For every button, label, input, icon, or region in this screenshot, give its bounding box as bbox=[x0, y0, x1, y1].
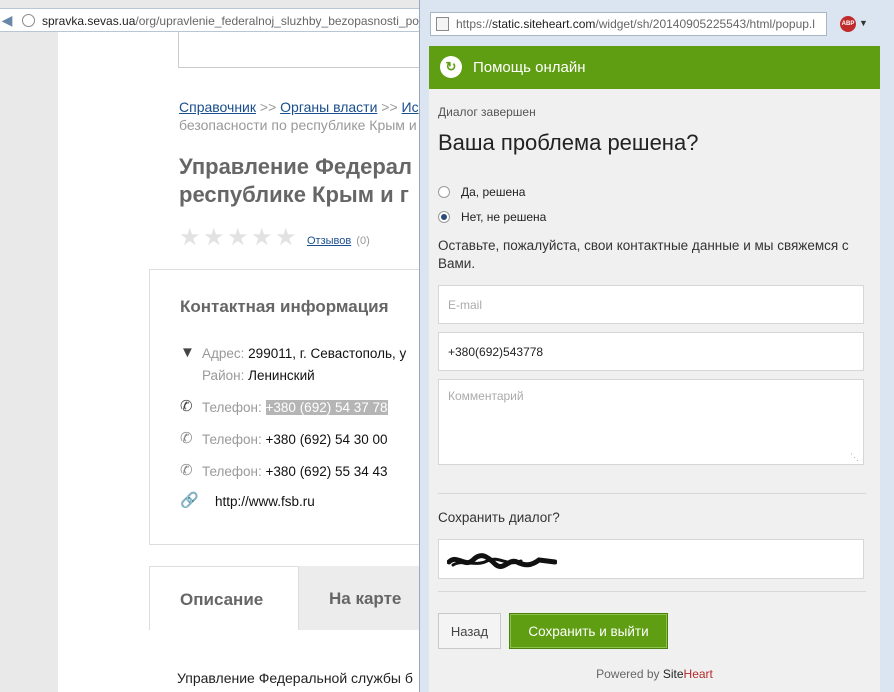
powered-by-prefix: Powered by bbox=[596, 667, 660, 681]
back-button[interactable]: Назад bbox=[438, 613, 501, 649]
tab-description[interactable]: Описание bbox=[149, 566, 299, 630]
resize-grip-icon[interactable]: ⋱ bbox=[850, 452, 859, 463]
phone-value-selected[interactable]: +380 (692) 54 37 78 bbox=[265, 400, 388, 415]
content-tabs: Описание На карте bbox=[149, 566, 420, 630]
website-link[interactable]: http://www.fsb.ru bbox=[215, 494, 315, 509]
widget-header: ↻ Помощь онлайн bbox=[429, 46, 880, 89]
radio-yes[interactable] bbox=[438, 186, 450, 198]
tab-map[interactable]: На карте bbox=[329, 589, 401, 609]
redaction-scribble bbox=[447, 553, 557, 569]
breadcrumb: Справочник >> Органы власти >> Ис безопа… bbox=[179, 98, 419, 134]
description-text: Управление Федеральной службы б bbox=[177, 670, 413, 686]
page-title-line2: республике Крым и г bbox=[179, 182, 409, 207]
page-title-line1: Управление Федерал bbox=[179, 154, 412, 179]
page-icon bbox=[436, 17, 449, 31]
address-label: Адрес: bbox=[202, 346, 245, 361]
map-pin-icon: ▼ bbox=[180, 344, 195, 361]
contact-prompt: Оставьте, пожалуйста, свои контактные да… bbox=[438, 238, 849, 271]
popup-url[interactable]: https://static.siteheart.com/widget/sh/2… bbox=[456, 17, 822, 31]
email-field[interactable] bbox=[438, 285, 864, 324]
address-row: Адрес: 299011, г. Севастополь, у bbox=[202, 346, 406, 361]
breadcrumb-item-truncated[interactable]: Ис bbox=[402, 99, 419, 115]
breadcrumb-separator: >> bbox=[381, 99, 398, 115]
reviews: Отзывов (0) bbox=[307, 235, 370, 247]
option-yes-label: Да, решена bbox=[461, 185, 526, 199]
help-widget: ↻ Помощь онлайн Диалог завершен Ваша про… bbox=[429, 46, 880, 692]
district-value: Ленинский bbox=[248, 368, 315, 383]
back-arrow-icon[interactable]: ◀ bbox=[0, 12, 14, 28]
star-icon[interactable]: ★ bbox=[275, 226, 297, 250]
brand-site: Site bbox=[662, 667, 684, 681]
contact-info-box: Контактная информация ▼ Адрес: 299011, г… bbox=[149, 269, 420, 545]
popup-url-path: /widget/sh/20140905225543/html/popup.l bbox=[595, 17, 815, 31]
phone-value[interactable]: +380 (692) 55 34 43 bbox=[266, 464, 388, 479]
option-no-label: Нет, не решена bbox=[461, 210, 547, 224]
globe-icon bbox=[22, 14, 35, 27]
phone-field[interactable] bbox=[438, 332, 864, 371]
star-icon[interactable]: ★ bbox=[227, 226, 249, 250]
radio-no[interactable] bbox=[438, 211, 450, 223]
phone-row: Телефон: +380 (692) 54 30 00 bbox=[202, 432, 388, 447]
question-heading: Ваша проблема решена? bbox=[438, 130, 699, 155]
popup-window: https://static.siteheart.com/widget/sh/2… bbox=[419, 0, 894, 692]
adblock-icon[interactable]: ABP bbox=[840, 16, 856, 32]
address-value: 299011, г. Севастополь, у bbox=[248, 346, 407, 361]
breadcrumb-directory[interactable]: Справочник bbox=[179, 99, 256, 115]
star-icon[interactable]: ★ bbox=[251, 226, 273, 250]
popup-address-bar[interactable]: https://static.siteheart.com/widget/sh/2… bbox=[430, 12, 827, 36]
background-url-path: /org/upravlenie_federalnoj_sluzhby_bezop… bbox=[135, 14, 430, 28]
divider bbox=[438, 591, 866, 592]
star-icon[interactable]: ★ bbox=[179, 226, 201, 250]
link-icon: 🔗 bbox=[180, 492, 199, 509]
contact-heading: Контактная информация bbox=[180, 297, 389, 316]
phone-icon: ✆ bbox=[180, 462, 193, 479]
background-address-bar[interactable]: ◀ spravka.sevas.ua/org/upravlenie_federa… bbox=[0, 8, 430, 32]
background-page: Справочник >> Органы власти >> Ис безопа… bbox=[58, 32, 420, 692]
save-and-exit-button[interactable]: Сохранить и выйти bbox=[509, 613, 668, 649]
popup-url-host: static.siteheart.com bbox=[492, 17, 596, 31]
save-dialog-field[interactable] bbox=[438, 539, 864, 579]
phone-label: Телефон: bbox=[202, 464, 262, 479]
breadcrumb-authorities[interactable]: Органы власти bbox=[280, 99, 377, 115]
page-title: Управление Федерал республике Крым и г bbox=[179, 153, 412, 209]
reviews-count: (0) bbox=[356, 235, 370, 247]
option-yes[interactable]: Да, решена bbox=[438, 185, 525, 199]
background-search-box[interactable] bbox=[178, 32, 420, 68]
phone-icon: ✆ bbox=[180, 430, 193, 447]
phone-row: Телефон: +380 (692) 55 34 43 bbox=[202, 464, 388, 479]
phone-row: Телефон: +380 (692) 54 37 78 bbox=[202, 400, 388, 415]
phone-icon: ✆ bbox=[180, 398, 193, 415]
breadcrumb-line2: безопасности по республике Крым и bbox=[179, 117, 417, 133]
widget-title: Помощь онлайн bbox=[473, 59, 586, 76]
phone-label: Телефон: bbox=[202, 400, 262, 415]
brand-heart: Heart bbox=[683, 667, 713, 681]
chevron-down-icon[interactable]: ▼ bbox=[859, 18, 868, 28]
comment-field[interactable] bbox=[438, 379, 864, 465]
breadcrumb-separator: >> bbox=[259, 99, 277, 115]
rating-stars[interactable]: ★ ★ ★ ★ ★ bbox=[179, 226, 297, 250]
powered-by: Powered by SiteHeart bbox=[429, 667, 880, 681]
district-label: Район: bbox=[202, 368, 245, 383]
phone-label: Телефон: bbox=[202, 432, 262, 447]
chat-bubble-icon: ↻ bbox=[440, 56, 462, 78]
save-dialog-label: Сохранить диалог? bbox=[438, 510, 560, 525]
star-icon[interactable]: ★ bbox=[203, 226, 225, 250]
popup-url-prefix: https:// bbox=[456, 17, 493, 31]
dialog-status: Диалог завершен bbox=[438, 105, 536, 119]
reviews-link[interactable]: Отзывов bbox=[307, 235, 351, 247]
option-no[interactable]: Нет, не решена bbox=[438, 210, 546, 224]
district-row: Район: Ленинский bbox=[202, 368, 315, 383]
background-url[interactable]: spravka.sevas.ua/org/upravlenie_federaln… bbox=[42, 14, 430, 28]
background-url-host: spravka.sevas.ua bbox=[42, 14, 136, 28]
powered-by-brand[interactable]: SiteHeart bbox=[663, 667, 713, 681]
divider bbox=[438, 493, 866, 494]
phone-value[interactable]: +380 (692) 54 30 00 bbox=[266, 432, 388, 447]
